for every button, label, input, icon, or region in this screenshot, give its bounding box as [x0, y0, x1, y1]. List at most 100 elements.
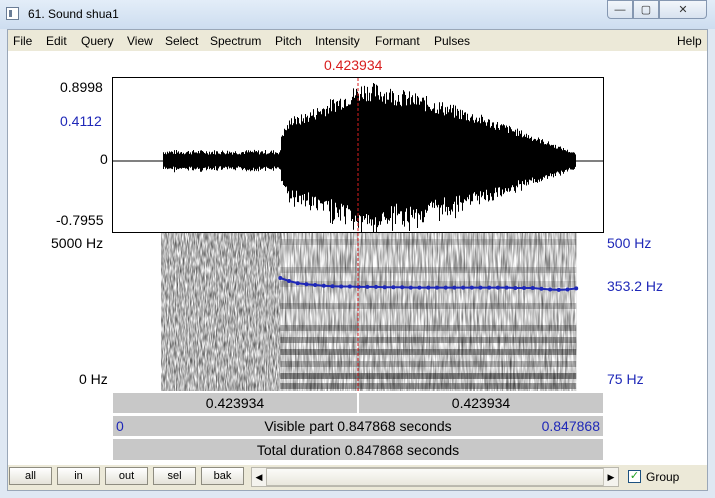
cursor-time-label: 0.423934: [324, 57, 383, 73]
zoom-out-button[interactable]: out: [105, 467, 148, 485]
zoom-in-button[interactable]: in: [57, 467, 100, 485]
pitch-point: [565, 287, 570, 292]
pitch-point: [461, 285, 466, 290]
spectrogram-min-freq-label: 0 Hz: [79, 371, 108, 387]
menu-formant[interactable]: Formant: [375, 34, 420, 48]
minimize-icon: —: [614, 3, 626, 16]
visible-part-label: Visible part 0.847868 seconds: [264, 418, 452, 434]
spectrogram-image: [161, 233, 577, 391]
scroll-right-button[interactable]: ▶: [603, 468, 618, 486]
pitch-point: [278, 276, 283, 280]
close-icon: ✕: [678, 4, 688, 16]
menu-intensity[interactable]: Intensity: [315, 34, 360, 48]
menu-file[interactable]: File: [13, 34, 32, 48]
pitch-point: [313, 283, 318, 287]
menu-pitch[interactable]: Pitch: [275, 34, 302, 48]
pitch-point: [487, 285, 492, 290]
scroll-left-button[interactable]: ◀: [252, 468, 267, 486]
pitch-point: [574, 286, 579, 291]
zoom-all-button[interactable]: all: [9, 467, 52, 485]
waveform-zero-label: 0: [100, 151, 108, 167]
waveform-cursor-value-label: 0.4112: [60, 113, 102, 129]
pitch-point: [513, 286, 518, 290]
pitch-point: [365, 284, 370, 289]
window-client-area: File Edit Query View Select Spectrum Pit…: [7, 29, 708, 491]
pitch-point: [452, 285, 457, 290]
selection-right-bar[interactable]: 0.423934: [358, 392, 604, 414]
menu-pulses[interactable]: Pulses: [434, 34, 470, 48]
visible-end-label: 0.847868: [541, 418, 600, 434]
pitch-point: [556, 287, 561, 292]
pitch-point: [539, 286, 544, 291]
arrow-left-icon: ◀: [255, 471, 263, 482]
menu-query[interactable]: Query: [81, 34, 114, 48]
total-duration-label: Total duration 0.847868 seconds: [256, 441, 460, 458]
pitch-point: [408, 285, 413, 290]
pitch-point: [339, 284, 344, 289]
waveform-max-label: 0.8998: [60, 79, 103, 95]
pitch-point: [469, 285, 474, 290]
waveform-signal: [163, 83, 576, 232]
pitch-point: [504, 285, 509, 290]
pitch-point: [330, 284, 335, 289]
menu-view[interactable]: View: [127, 34, 153, 48]
pitch-point: [548, 287, 553, 292]
pitch-point: [287, 279, 291, 283]
pitch-point: [374, 284, 378, 289]
close-button[interactable]: ✕: [659, 0, 707, 19]
formant-band: [280, 239, 577, 245]
minimize-button[interactable]: —: [607, 0, 633, 19]
bottom-toolbar: all in out sel bak ◀ ▶ ✓ Group: [8, 465, 707, 490]
pitch-point: [522, 286, 526, 290]
pitch-point: [443, 285, 448, 290]
title-bar: 61. Sound shua1 — ▢ ✕: [0, 0, 715, 29]
spectrogram-panel[interactable]: [112, 233, 604, 391]
pitch-max-label: 500 Hz: [607, 235, 652, 251]
waveform-samples: [163, 83, 576, 232]
menu-help[interactable]: Help: [677, 34, 702, 48]
scroll-thumb[interactable]: [266, 468, 604, 486]
pitch-point: [321, 283, 326, 288]
time-scrollbar[interactable]: ◀ ▶: [251, 467, 619, 487]
window-title: 61. Sound shua1: [28, 7, 119, 21]
waveform-min-label: -0.7955: [56, 212, 104, 228]
fricative-noise: [161, 233, 281, 391]
pitch-point: [356, 284, 361, 289]
pitch-min-label: 75 Hz: [607, 371, 644, 387]
spectrogram-plot: [161, 233, 579, 391]
maximize-button[interactable]: ▢: [633, 0, 659, 19]
selection-right-label: 0.423934: [451, 395, 511, 411]
waveform-panel[interactable]: [112, 77, 604, 233]
menu-spectrum[interactable]: Spectrum: [210, 34, 261, 48]
pitch-point: [417, 285, 422, 290]
arrow-right-icon: ▶: [607, 471, 615, 482]
pitch-point: [295, 281, 300, 286]
zoom-sel-button[interactable]: sel: [153, 467, 196, 485]
menu-edit[interactable]: Edit: [46, 34, 67, 48]
pitch-point: [435, 285, 439, 290]
pitch-point: [495, 285, 500, 290]
group-label: Group: [646, 470, 680, 484]
pitch-point: [347, 284, 352, 289]
pitch-point: [426, 285, 431, 290]
window-icon[interactable]: [6, 7, 19, 20]
formant-band: [280, 267, 577, 273]
pitch-point: [391, 285, 396, 290]
spectrogram-max-freq-label: 5000 Hz: [51, 235, 104, 251]
pitch-point: [304, 282, 309, 287]
group-checkbox[interactable]: ✓: [628, 470, 641, 483]
pitch-value-label: 353.2 Hz: [607, 278, 664, 294]
pitch-point: [478, 285, 483, 290]
pitch-point: [530, 286, 535, 290]
pitch-point: [400, 285, 405, 290]
visible-start-label: 0: [116, 418, 124, 434]
pitch-point: [382, 285, 387, 290]
waveform-plot: [113, 78, 603, 232]
check-icon: ✓: [629, 470, 640, 482]
total-duration-bar[interactable]: Total duration 0.847868 seconds: [112, 438, 604, 461]
visible-part-bar[interactable]: 0 Visible part 0.847868 seconds 0.847868: [112, 415, 604, 437]
menu-select[interactable]: Select: [165, 34, 198, 48]
sound-editor-canvas[interactable]: 0.423934 0.8998 0.4112 0 -0.7955 5000 Hz…: [8, 51, 707, 465]
selection-left-bar[interactable]: 0.423934: [112, 392, 358, 414]
zoom-back-button[interactable]: bak: [201, 467, 244, 485]
